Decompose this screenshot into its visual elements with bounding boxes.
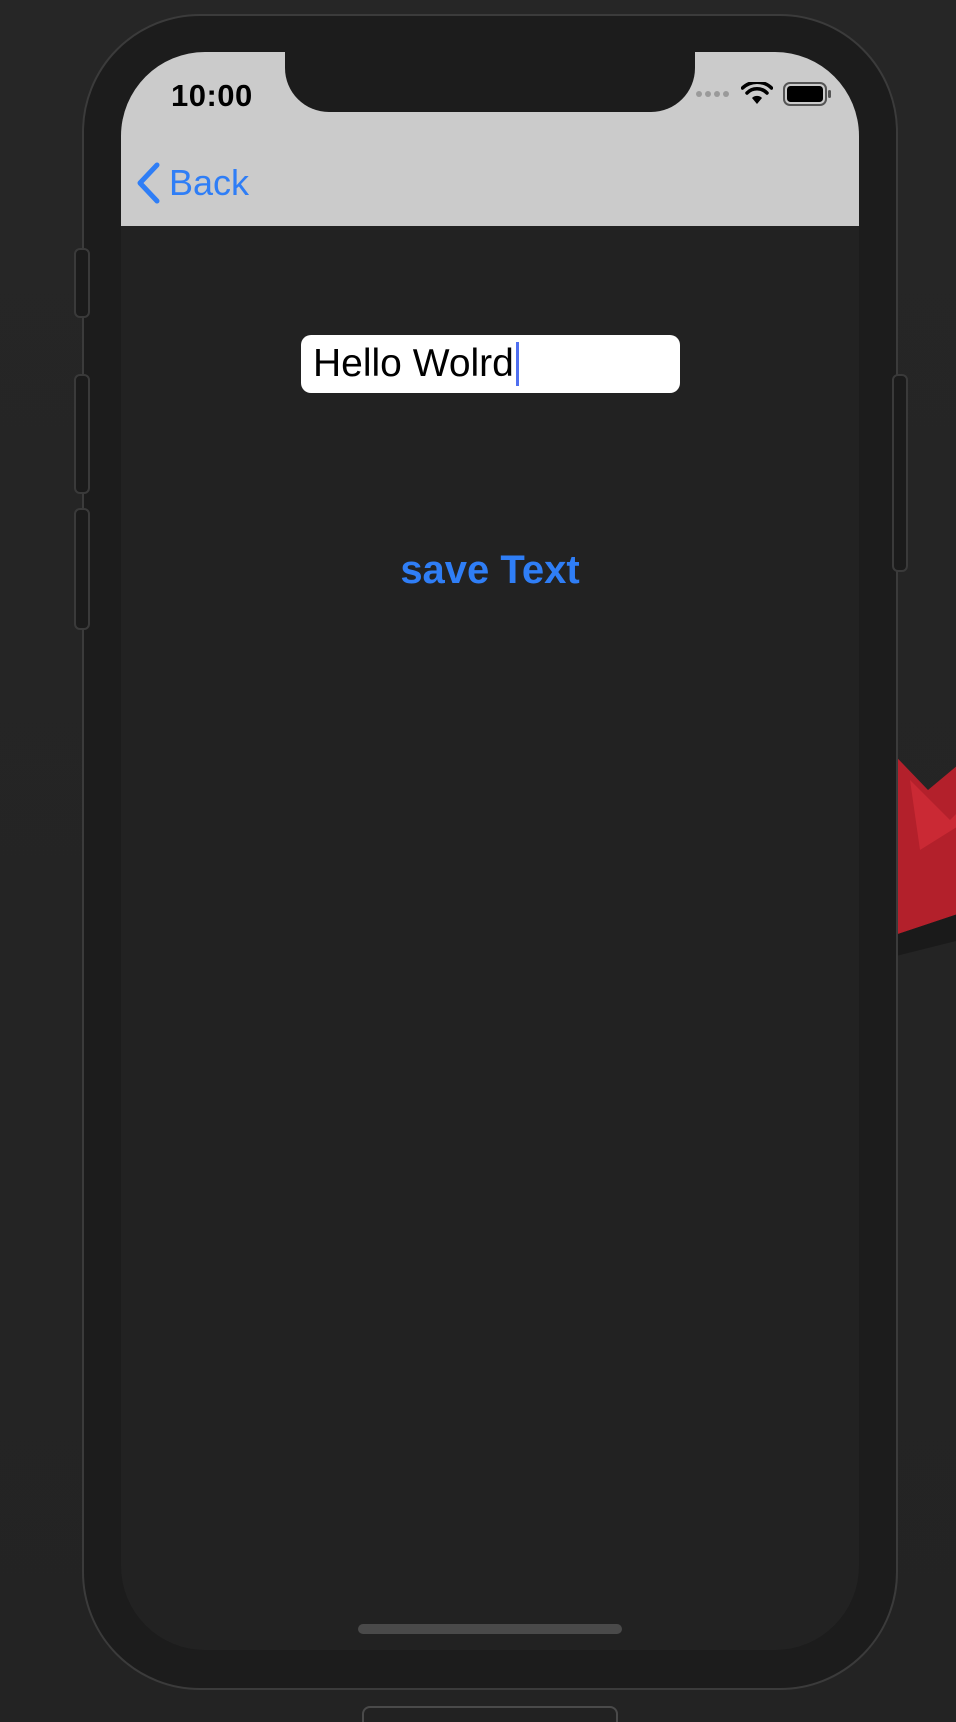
device-bottom-bump [362, 1706, 618, 1722]
text-input-field[interactable]: Hello Wolrd [301, 335, 680, 393]
volume-up-button [74, 374, 90, 494]
status-time: 10:00 [171, 78, 253, 113]
phone-screen: 10:00 Back Hello Wolrd save Text [121, 52, 859, 1650]
save-text-button[interactable]: save Text [121, 548, 859, 593]
volume-down-button [74, 508, 90, 630]
text-caret [515, 342, 519, 386]
silent-switch [74, 248, 90, 318]
chevron-left-icon [137, 162, 160, 204]
power-button [892, 374, 908, 572]
home-indicator[interactable] [358, 1624, 622, 1634]
back-button[interactable]: Back [135, 162, 249, 204]
simulator-stage: 10:00 Back Hello Wolrd save Text [0, 0, 956, 1722]
signal-dots-icon [696, 91, 729, 97]
text-input-value: Hello Wolrd [313, 342, 514, 385]
wifi-icon [741, 82, 773, 104]
notch [285, 52, 695, 112]
battery-icon [783, 82, 831, 106]
back-button-label: Back [169, 162, 250, 203]
status-icons [695, 82, 833, 106]
navigation-bar: 10:00 Back [121, 52, 859, 226]
